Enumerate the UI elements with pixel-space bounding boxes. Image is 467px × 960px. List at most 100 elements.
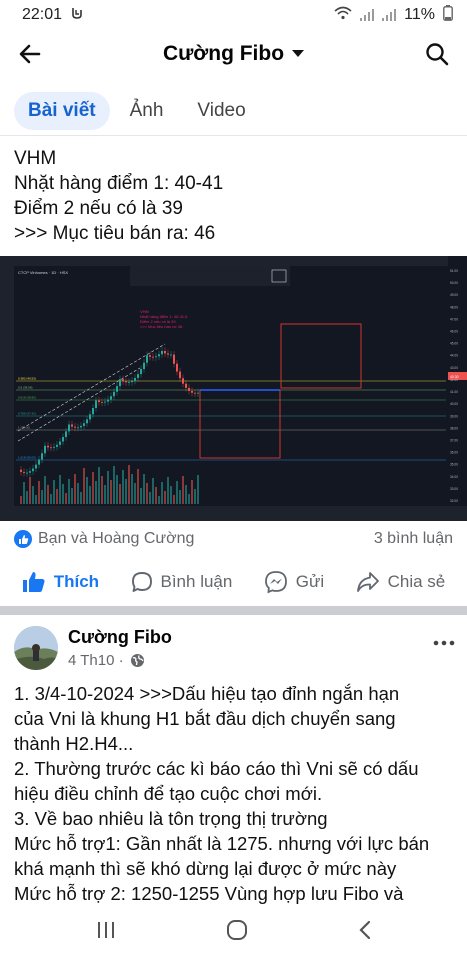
like-label: Thích	[53, 572, 100, 591]
volume-bar	[32, 486, 34, 504]
feed-divider	[0, 606, 467, 615]
volume-bar	[140, 488, 142, 504]
fib-level-label: 1.618 (30.03)	[18, 456, 36, 460]
wifi-icon	[334, 6, 352, 25]
volume-bar	[71, 488, 73, 504]
volume-bar	[80, 492, 82, 504]
fib-level-label: 0.5 (39.56)	[18, 386, 33, 390]
candle-body	[44, 445, 46, 454]
candle-body	[167, 353, 169, 355]
y-tick-label: 47.00	[450, 317, 458, 321]
chart-annotation-line: >>> Mục tiêu bán ra: 46	[140, 324, 183, 329]
volume-bar	[164, 491, 166, 504]
more-options-button[interactable]	[433, 626, 455, 652]
candlestick-chart: 0.382 (40.53) 0.5 (39.56) 0.618 (38.85) 0.7…	[0, 256, 467, 521]
fib-level-label: 0.618 (38.85)	[18, 396, 36, 400]
candle-body	[38, 459, 40, 465]
volume-bar	[131, 474, 133, 504]
post-chart-image[interactable]: 0.382 (40.53) 0.5 (39.56) 0.618 (38.85) 0.7…	[0, 256, 467, 521]
y-tick-label: 45.00	[450, 342, 458, 346]
volume-bar	[143, 474, 145, 504]
volume-bar	[119, 484, 121, 504]
y-tick-label: 49.00	[450, 293, 458, 297]
candle-body	[26, 472, 28, 474]
last-price-label: 40.30	[450, 375, 459, 379]
volume-bar	[152, 478, 154, 504]
volume-bar	[179, 490, 181, 504]
y-tick-label: 32.00	[450, 499, 458, 503]
volume-bar	[110, 480, 112, 504]
share-button[interactable]: Chia sẻ	[356, 571, 445, 593]
volume-bar	[101, 476, 103, 504]
volume-bar	[89, 486, 91, 504]
candle-body	[164, 350, 166, 354]
candle-body	[83, 423, 85, 426]
candle-body	[185, 383, 187, 388]
candle-body	[47, 445, 49, 448]
volume-bar	[50, 494, 52, 504]
candle-body	[176, 363, 178, 372]
candle-body	[98, 400, 100, 403]
volume-bar	[83, 468, 85, 504]
volume-bar	[191, 480, 193, 504]
avatar[interactable]	[14, 626, 58, 670]
candle-body	[170, 354, 172, 356]
volume-bar	[65, 493, 67, 504]
volume-bar	[176, 481, 178, 504]
post-author[interactable]: Cường Fibo	[68, 627, 172, 648]
reactions-text: Bạn và Hoàng Cường	[38, 530, 195, 547]
volume-bar	[155, 487, 157, 504]
volume-bar	[56, 489, 58, 504]
profile-title-dropdown[interactable]: Cường Fibo	[163, 42, 305, 66]
like-button[interactable]: Thích	[22, 571, 99, 593]
y-tick-label: 46.00	[450, 330, 458, 334]
post-line: hiệu điều chỉnh để tạo cuộc chơi mới.	[14, 783, 323, 804]
candle-body	[149, 355, 151, 357]
volume-bar	[44, 476, 46, 504]
y-tick-label: 35.00	[450, 463, 458, 467]
y-tick-label: 36.00	[450, 451, 458, 455]
home-button[interactable]	[226, 919, 248, 946]
tab-posts[interactable]: Bài viết	[14, 91, 110, 130]
profile-tabs: Bài viết Ảnh Video	[0, 86, 467, 136]
candle-body	[137, 374, 139, 378]
post-line: >>> Mục tiêu bán ra: 46	[14, 223, 216, 244]
y-tick-label: 38.00	[450, 426, 458, 430]
status-bar: 22:01 11%	[0, 0, 467, 30]
y-tick-label: 40.00	[450, 402, 458, 406]
candle-body	[122, 379, 124, 382]
reaction-summary[interactable]: Bạn và Hoàng Cường	[14, 530, 194, 548]
recent-apps-button[interactable]	[95, 921, 117, 944]
candle-body	[71, 424, 73, 427]
candle-body	[194, 392, 196, 394]
candle-body	[95, 400, 97, 408]
candle-body	[161, 350, 163, 355]
volume-bar	[26, 491, 28, 504]
post-line: 3. Về bao nhiêu là tôn trọng thị trường	[14, 808, 328, 829]
post-header: Cường Fibo 4 Th10 ·	[0, 620, 467, 676]
candle-body	[182, 378, 184, 384]
volume-bar	[74, 474, 76, 504]
comment-button[interactable]: Bình luận	[131, 571, 232, 593]
send-button[interactable]: Gửi	[264, 570, 324, 594]
back-nav-button[interactable]	[358, 920, 372, 945]
y-tick-label: 44.00	[450, 354, 458, 358]
volume-bar	[122, 470, 124, 504]
tab-photos[interactable]: Ảnh	[116, 92, 178, 130]
volume-bar	[197, 475, 199, 504]
volume-bar	[107, 471, 109, 504]
tab-videos[interactable]: Video	[183, 92, 259, 130]
post-date[interactable]: 4 Th10 ·	[68, 652, 124, 669]
search-button[interactable]	[421, 38, 453, 70]
post-line: khá mạnh thì sẽ khó dừng lại được ở mức …	[14, 858, 397, 879]
comments-count[interactable]: 3 bình luận	[374, 530, 453, 548]
candle-body	[56, 444, 58, 447]
candle-body	[32, 468, 34, 472]
back-button[interactable]	[14, 38, 46, 70]
post-line: 1. 3/4-10-2024 >>>Dấu hiệu tạo đỉnh ngắn…	[14, 683, 400, 704]
candle-body	[191, 390, 193, 393]
post-line: 2. Thường trước các kì báo cáo thì Vni s…	[14, 758, 419, 779]
volume-bar	[161, 482, 163, 504]
recent-apps-icon	[97, 921, 114, 938]
candle-body	[179, 371, 181, 379]
